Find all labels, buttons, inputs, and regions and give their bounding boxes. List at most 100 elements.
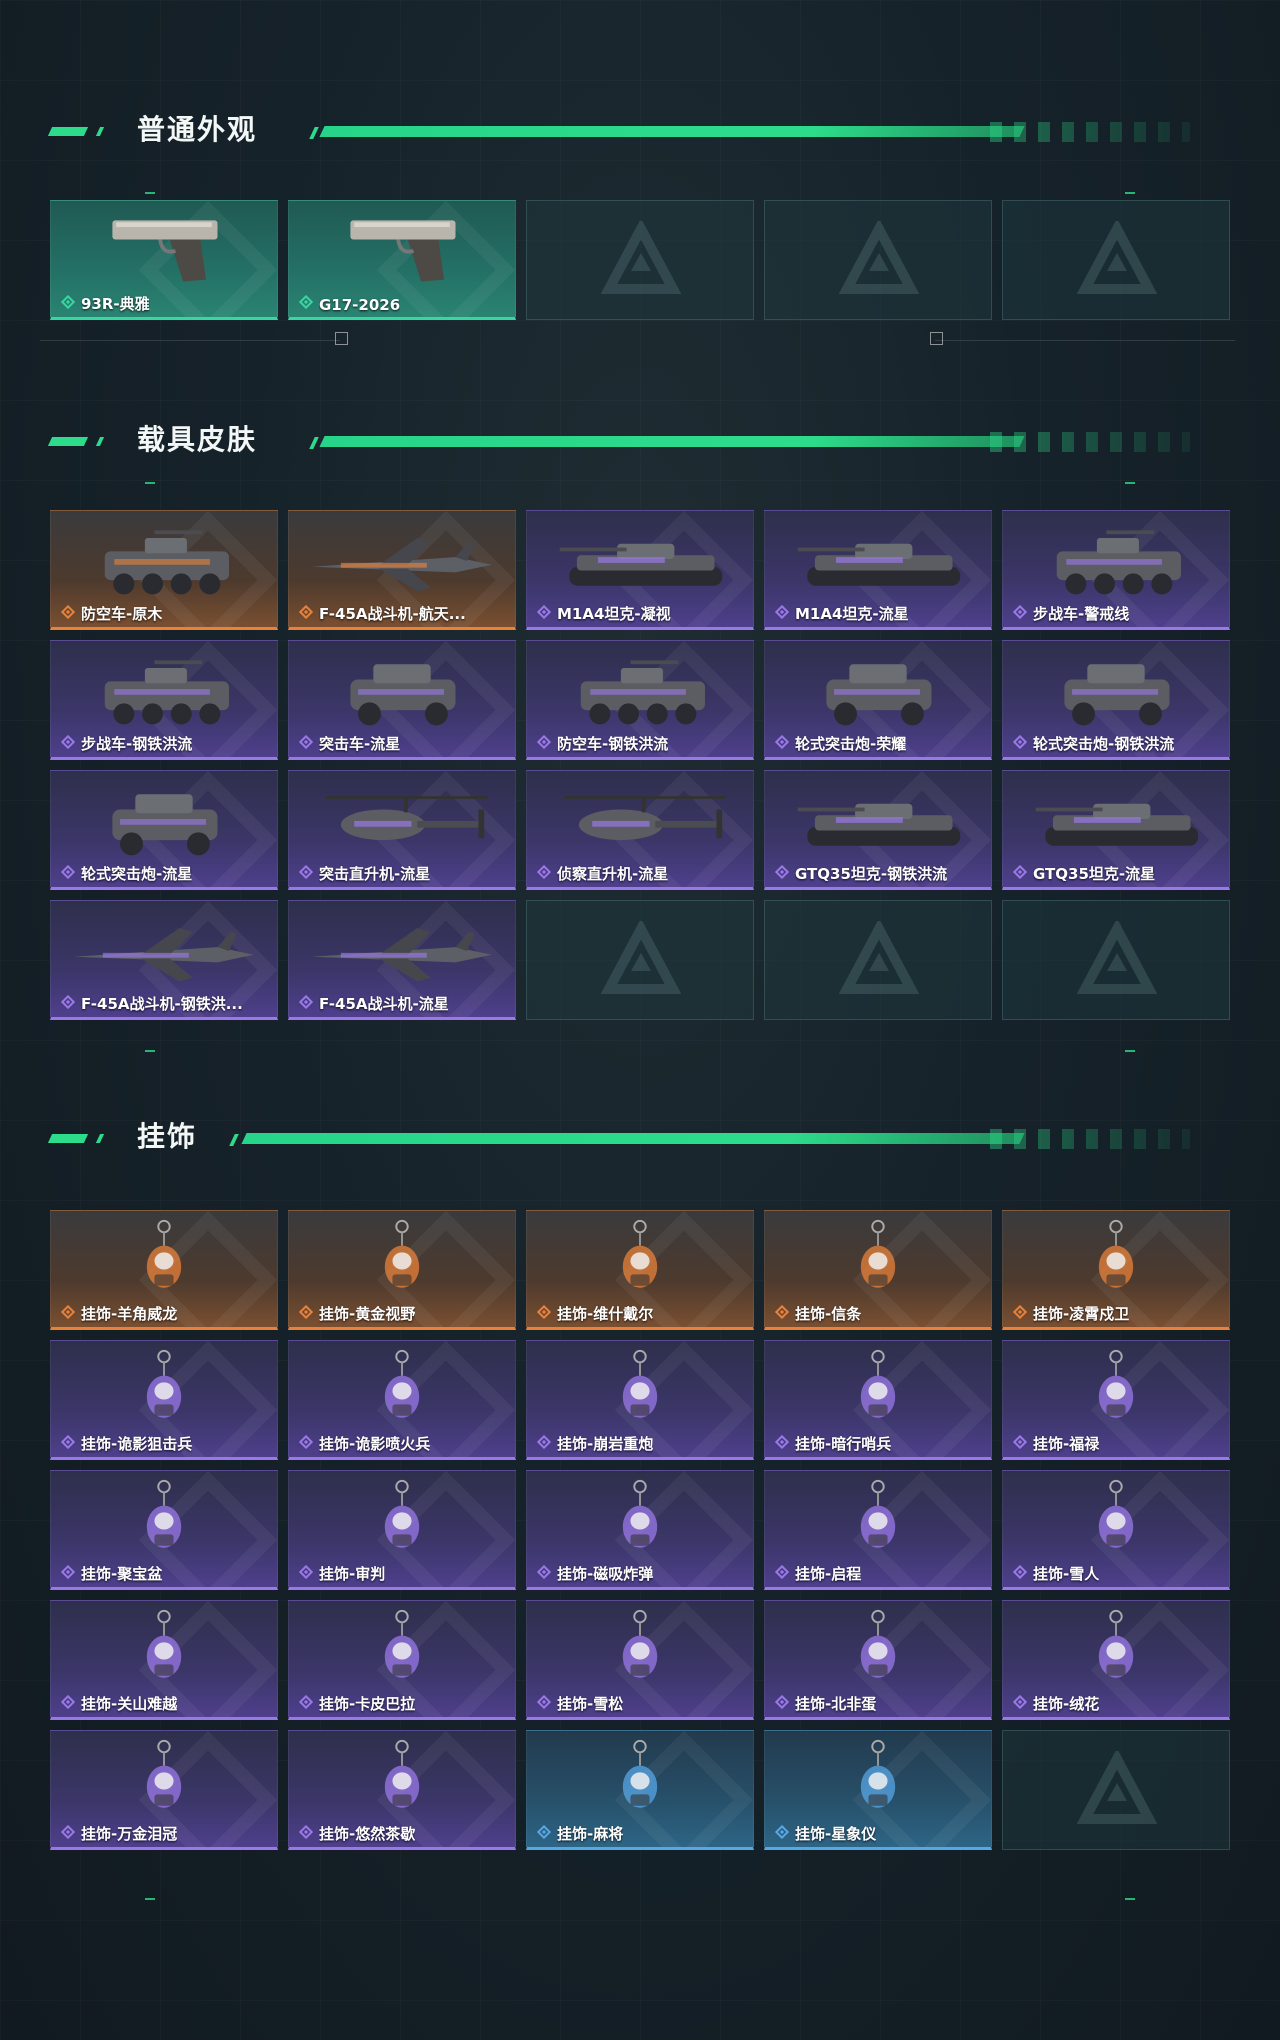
item-card[interactable]: 挂饰-北非蛋 — [764, 1600, 992, 1720]
item-card[interactable]: F-45A战斗机-流星 — [288, 900, 516, 1020]
item-label: F-45A战斗机-流星 — [319, 995, 449, 1013]
item-label: 挂饰-羊角威龙 — [81, 1305, 178, 1323]
item-card[interactable]: 挂饰-雪人 — [1002, 1470, 1230, 1590]
rarity-diamond-icon — [1013, 865, 1027, 879]
item-label: F-45A战斗机-钢铁洪... — [81, 995, 243, 1013]
item-card[interactable]: 挂饰-羊角威龙 — [50, 1210, 278, 1330]
logo-placeholder-icon — [1077, 921, 1157, 994]
item-card[interactable]: 挂饰-绒花 — [1002, 1600, 1230, 1720]
item-card[interactable]: 步战车-警戒线 — [1002, 510, 1230, 630]
item-card[interactable]: 挂饰-诡影喷火兵 — [288, 1340, 516, 1460]
rarity-diamond-icon — [537, 605, 551, 619]
item-card[interactable]: 突击车-流星 — [288, 640, 516, 760]
rarity-diamond-icon — [61, 1305, 75, 1319]
empty-slot — [764, 900, 992, 1020]
item-label: 挂饰-聚宝盆 — [81, 1565, 163, 1583]
rarity-diamond-icon — [1013, 1435, 1027, 1449]
item-label: M1A4坦克-流星 — [795, 605, 909, 623]
rarity-diamond-icon — [299, 1565, 313, 1579]
corner-tick — [145, 1898, 155, 1900]
item-card[interactable]: 挂饰-启程 — [764, 1470, 992, 1590]
empty-slot — [526, 900, 754, 1020]
item-card[interactable]: 步战车-钢铁洪流 — [50, 640, 278, 760]
item-card[interactable]: 挂饰-磁吸炸弹 — [526, 1470, 754, 1590]
item-card[interactable]: F-45A战斗机-航天... — [288, 510, 516, 630]
item-card[interactable]: 挂饰-维什戴尔 — [526, 1210, 754, 1330]
rarity-diamond-icon — [775, 735, 789, 749]
header-slash — [229, 1134, 239, 1146]
header-checker-pattern — [990, 122, 1190, 142]
item-card[interactable]: F-45A战斗机-钢铁洪... — [50, 900, 278, 1020]
rarity-diamond-icon — [1013, 605, 1027, 619]
rarity-diamond-icon — [299, 865, 313, 879]
rarity-diamond-icon — [537, 1695, 551, 1709]
item-card[interactable]: 挂饰-悠然茶歇 — [288, 1730, 516, 1850]
item-label: 挂饰-诡影喷火兵 — [319, 1435, 431, 1453]
corner-tick — [145, 1050, 155, 1052]
item-label: G17-2026 — [319, 296, 401, 314]
section-header-vehicle-skins: 载具皮肤 — [0, 420, 1280, 460]
item-card[interactable]: 挂饰-诡影狙击兵 — [50, 1340, 278, 1460]
item-card[interactable]: 挂饰-福禄 — [1002, 1340, 1230, 1460]
decorative-rule — [935, 340, 1235, 341]
item-card[interactable]: M1A4坦克-流星 — [764, 510, 992, 630]
rarity-diamond-icon — [775, 865, 789, 879]
rarity-diamond-icon — [1013, 1695, 1027, 1709]
item-label: GTQ35坦克-流星 — [1033, 865, 1156, 883]
item-card[interactable]: 挂饰-麻将 — [526, 1730, 754, 1850]
logo-placeholder-icon — [1077, 221, 1157, 294]
item-card[interactable]: 挂饰-雪松 — [526, 1600, 754, 1720]
item-card[interactable]: 轮式突击炮-流星 — [50, 770, 278, 890]
rarity-diamond-icon — [61, 1435, 75, 1449]
item-card[interactable]: 挂饰-黄金视野 — [288, 1210, 516, 1330]
item-label: 挂饰-信条 — [795, 1305, 862, 1323]
item-card[interactable]: 轮式突击炮-钢铁洪流 — [1002, 640, 1230, 760]
decorative-square — [335, 332, 348, 345]
item-card[interactable]: 挂饰-聚宝盆 — [50, 1470, 278, 1590]
decorative-square — [930, 332, 943, 345]
rarity-diamond-icon — [299, 1695, 313, 1709]
item-label: 挂饰-福禄 — [1033, 1435, 1100, 1453]
rarity-diamond-icon — [299, 1305, 313, 1319]
rarity-diamond-icon — [775, 1565, 789, 1579]
item-card[interactable]: 防空车-钢铁洪流 — [526, 640, 754, 760]
item-card[interactable]: 挂饰-星象仪 — [764, 1730, 992, 1850]
item-card[interactable]: 93R-典雅 — [50, 200, 278, 320]
section-header-appearance: 普通外观 — [0, 110, 1280, 150]
empty-slot — [764, 200, 992, 320]
item-label: 挂饰-悠然茶歇 — [319, 1825, 416, 1843]
item-label: 轮式突击炮-流星 — [81, 865, 193, 883]
item-card[interactable]: GTQ35坦克-钢铁洪流 — [764, 770, 992, 890]
item-card[interactable]: 突击直升机-流星 — [288, 770, 516, 890]
item-card[interactable]: 挂饰-审判 — [288, 1470, 516, 1590]
item-card[interactable]: GTQ35坦克-流星 — [1002, 770, 1230, 890]
corner-tick — [1125, 1050, 1135, 1052]
item-card[interactable]: 防空车-原木 — [50, 510, 278, 630]
item-card[interactable]: 挂饰-关山难越 — [50, 1600, 278, 1720]
item-card[interactable]: 挂饰-凌霄戍卫 — [1002, 1210, 1230, 1330]
item-label: 挂饰-北非蛋 — [795, 1695, 877, 1713]
rarity-diamond-icon — [299, 295, 313, 309]
item-card[interactable]: 挂饰-万金泪冠 — [50, 1730, 278, 1850]
empty-slot — [526, 200, 754, 320]
item-label: 挂饰-万金泪冠 — [81, 1825, 178, 1843]
rarity-diamond-icon — [1013, 1305, 1027, 1319]
item-label: 93R-典雅 — [81, 295, 150, 313]
item-card[interactable]: 挂饰-崩岩重炮 — [526, 1340, 754, 1460]
item-card[interactable]: G17-2026 — [288, 200, 516, 320]
item-label: GTQ35坦克-钢铁洪流 — [795, 865, 948, 883]
item-card[interactable]: 挂饰-卡皮巴拉 — [288, 1600, 516, 1720]
item-card[interactable]: 侦察直升机-流星 — [526, 770, 754, 890]
corner-tick — [145, 192, 155, 194]
rarity-diamond-icon — [61, 295, 75, 309]
header-accent-dash — [47, 1134, 89, 1143]
rarity-diamond-icon — [537, 1305, 551, 1319]
item-card[interactable]: 轮式突击炮-荣耀 — [764, 640, 992, 760]
item-card[interactable]: M1A4坦克-凝视 — [526, 510, 754, 630]
rarity-diamond-icon — [299, 1825, 313, 1839]
item-card[interactable]: 挂饰-暗行哨兵 — [764, 1340, 992, 1460]
logo-placeholder-icon — [1077, 1751, 1157, 1824]
rarity-diamond-icon — [61, 1565, 75, 1579]
section-title: 普通外观 — [137, 113, 258, 146]
item-card[interactable]: 挂饰-信条 — [764, 1210, 992, 1330]
